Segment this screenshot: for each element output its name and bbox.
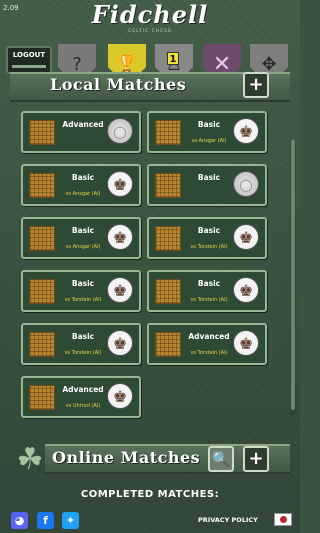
puzzle-badge: 1 [167, 52, 179, 65]
match-tile[interactable]: Basic vs Torstein (AI) ♚ [21, 270, 141, 312]
king-piece-icon: ♚ [233, 224, 259, 250]
board-thumbnail [155, 226, 181, 251]
board-thumbnail [155, 279, 181, 304]
match-opponent: vs Torstein (AI) [64, 350, 102, 356]
king-piece-icon: ♚ [107, 383, 133, 409]
celtic-knot-icon: ☘ [16, 442, 44, 477]
empty-piece-icon: ○ [233, 171, 259, 197]
match-opponent: vs Uhtred (AI) [65, 403, 101, 409]
empty-piece-icon: ○ [107, 118, 133, 144]
match-level: Basic [197, 279, 221, 288]
completed-matches-label: COMPLETED MATCHES: [80, 489, 220, 500]
match-opponent: vs Torstein (AI) [190, 244, 228, 250]
board-thumbnail [155, 332, 181, 357]
match-level: Advanced [62, 120, 104, 129]
match-level: Advanced [62, 385, 104, 394]
match-opponent: vs Ansgar (AI) [191, 138, 227, 144]
logout-label: LOGOUT [12, 51, 46, 59]
match-opponent: vs Torstein (AI) [64, 297, 102, 303]
board-thumbnail [29, 332, 55, 357]
magnifier-icon: 🔍 [211, 450, 231, 468]
match-opponent: vs Ansgar (AI) [65, 244, 101, 250]
search-online-button[interactable]: 🔍 [208, 446, 234, 472]
king-piece-icon: ♚ [107, 277, 133, 303]
board-thumbnail [29, 120, 55, 145]
twitter-icon[interactable]: ✦ [62, 512, 79, 529]
match-list-scrollbar[interactable] [290, 140, 296, 415]
match-tile[interactable]: Basic ○ [147, 164, 267, 206]
match-opponent: vs Ansgar (AI) [65, 191, 101, 197]
match-tile[interactable]: Basic vs Ansgar (AI) ♚ [21, 217, 141, 259]
match-tile[interactable]: Advanced ○ [21, 111, 141, 153]
board-thumbnail [155, 173, 181, 198]
add-online-match-button[interactable]: + [243, 446, 269, 472]
king-piece-icon: ♚ [233, 330, 259, 356]
privacy-policy-link[interactable]: PRIVACY POLICY [198, 516, 258, 524]
king-piece-icon: ♚ [233, 277, 259, 303]
facebook-icon[interactable]: f [37, 512, 54, 529]
king-piece-icon: ♚ [107, 224, 133, 250]
language-flag-japan[interactable] [274, 513, 292, 526]
king-piece-icon: ♚ [233, 118, 259, 144]
match-level: Basic [197, 120, 221, 129]
add-local-match-button[interactable]: + [243, 72, 269, 98]
online-matches-title: Online Matches [52, 448, 201, 467]
match-opponent: vs Torstein (AI) [190, 350, 228, 356]
match-level: Advanced [188, 332, 230, 341]
board-thumbnail [29, 226, 55, 251]
match-tile[interactable]: Basic vs Ansgar (AI) ♚ [21, 164, 141, 206]
footer: ◕ f ✦ PRIVACY POLICY [0, 506, 300, 533]
king-piece-icon: ♚ [107, 330, 133, 356]
match-level: Basic [71, 173, 95, 182]
match-level: Basic [71, 332, 95, 341]
match-level: Basic [197, 226, 221, 235]
match-tile[interactable]: Basic vs Ansgar (AI) ♚ [147, 111, 267, 153]
king-piece-icon: ♚ [107, 171, 133, 197]
discord-icon[interactable]: ◕ [11, 512, 28, 529]
match-opponent: vs Torstein (AI) [190, 297, 228, 303]
match-level: Basic [197, 173, 221, 182]
match-level: Basic [71, 226, 95, 235]
local-matches-title: Local Matches [50, 75, 187, 94]
match-level: Basic [71, 279, 95, 288]
board-thumbnail [29, 385, 55, 410]
logout-bar [12, 65, 46, 68]
board-thumbnail [155, 120, 181, 145]
match-tile[interactable]: Advanced vs Uhtred (AI) ♚ [21, 376, 141, 418]
match-tile[interactable]: Basic vs Torstein (AI) ♚ [21, 323, 141, 365]
app-subtitle: CELTIC CHESS [128, 29, 172, 34]
flag-dot [280, 516, 287, 523]
app-title: Fidchell [91, 0, 209, 29]
logout-button[interactable]: LOGOUT [6, 46, 52, 74]
board-thumbnail [29, 279, 55, 304]
board-thumbnail [29, 173, 55, 198]
match-tile[interactable]: Basic vs Torstein (AI) ♚ [147, 270, 267, 312]
match-tile[interactable]: Advanced vs Torstein (AI) ♚ [147, 323, 267, 365]
scrollbar-thumb[interactable] [291, 140, 295, 410]
match-tile[interactable]: Basic vs Torstein (AI) ♚ [147, 217, 267, 259]
